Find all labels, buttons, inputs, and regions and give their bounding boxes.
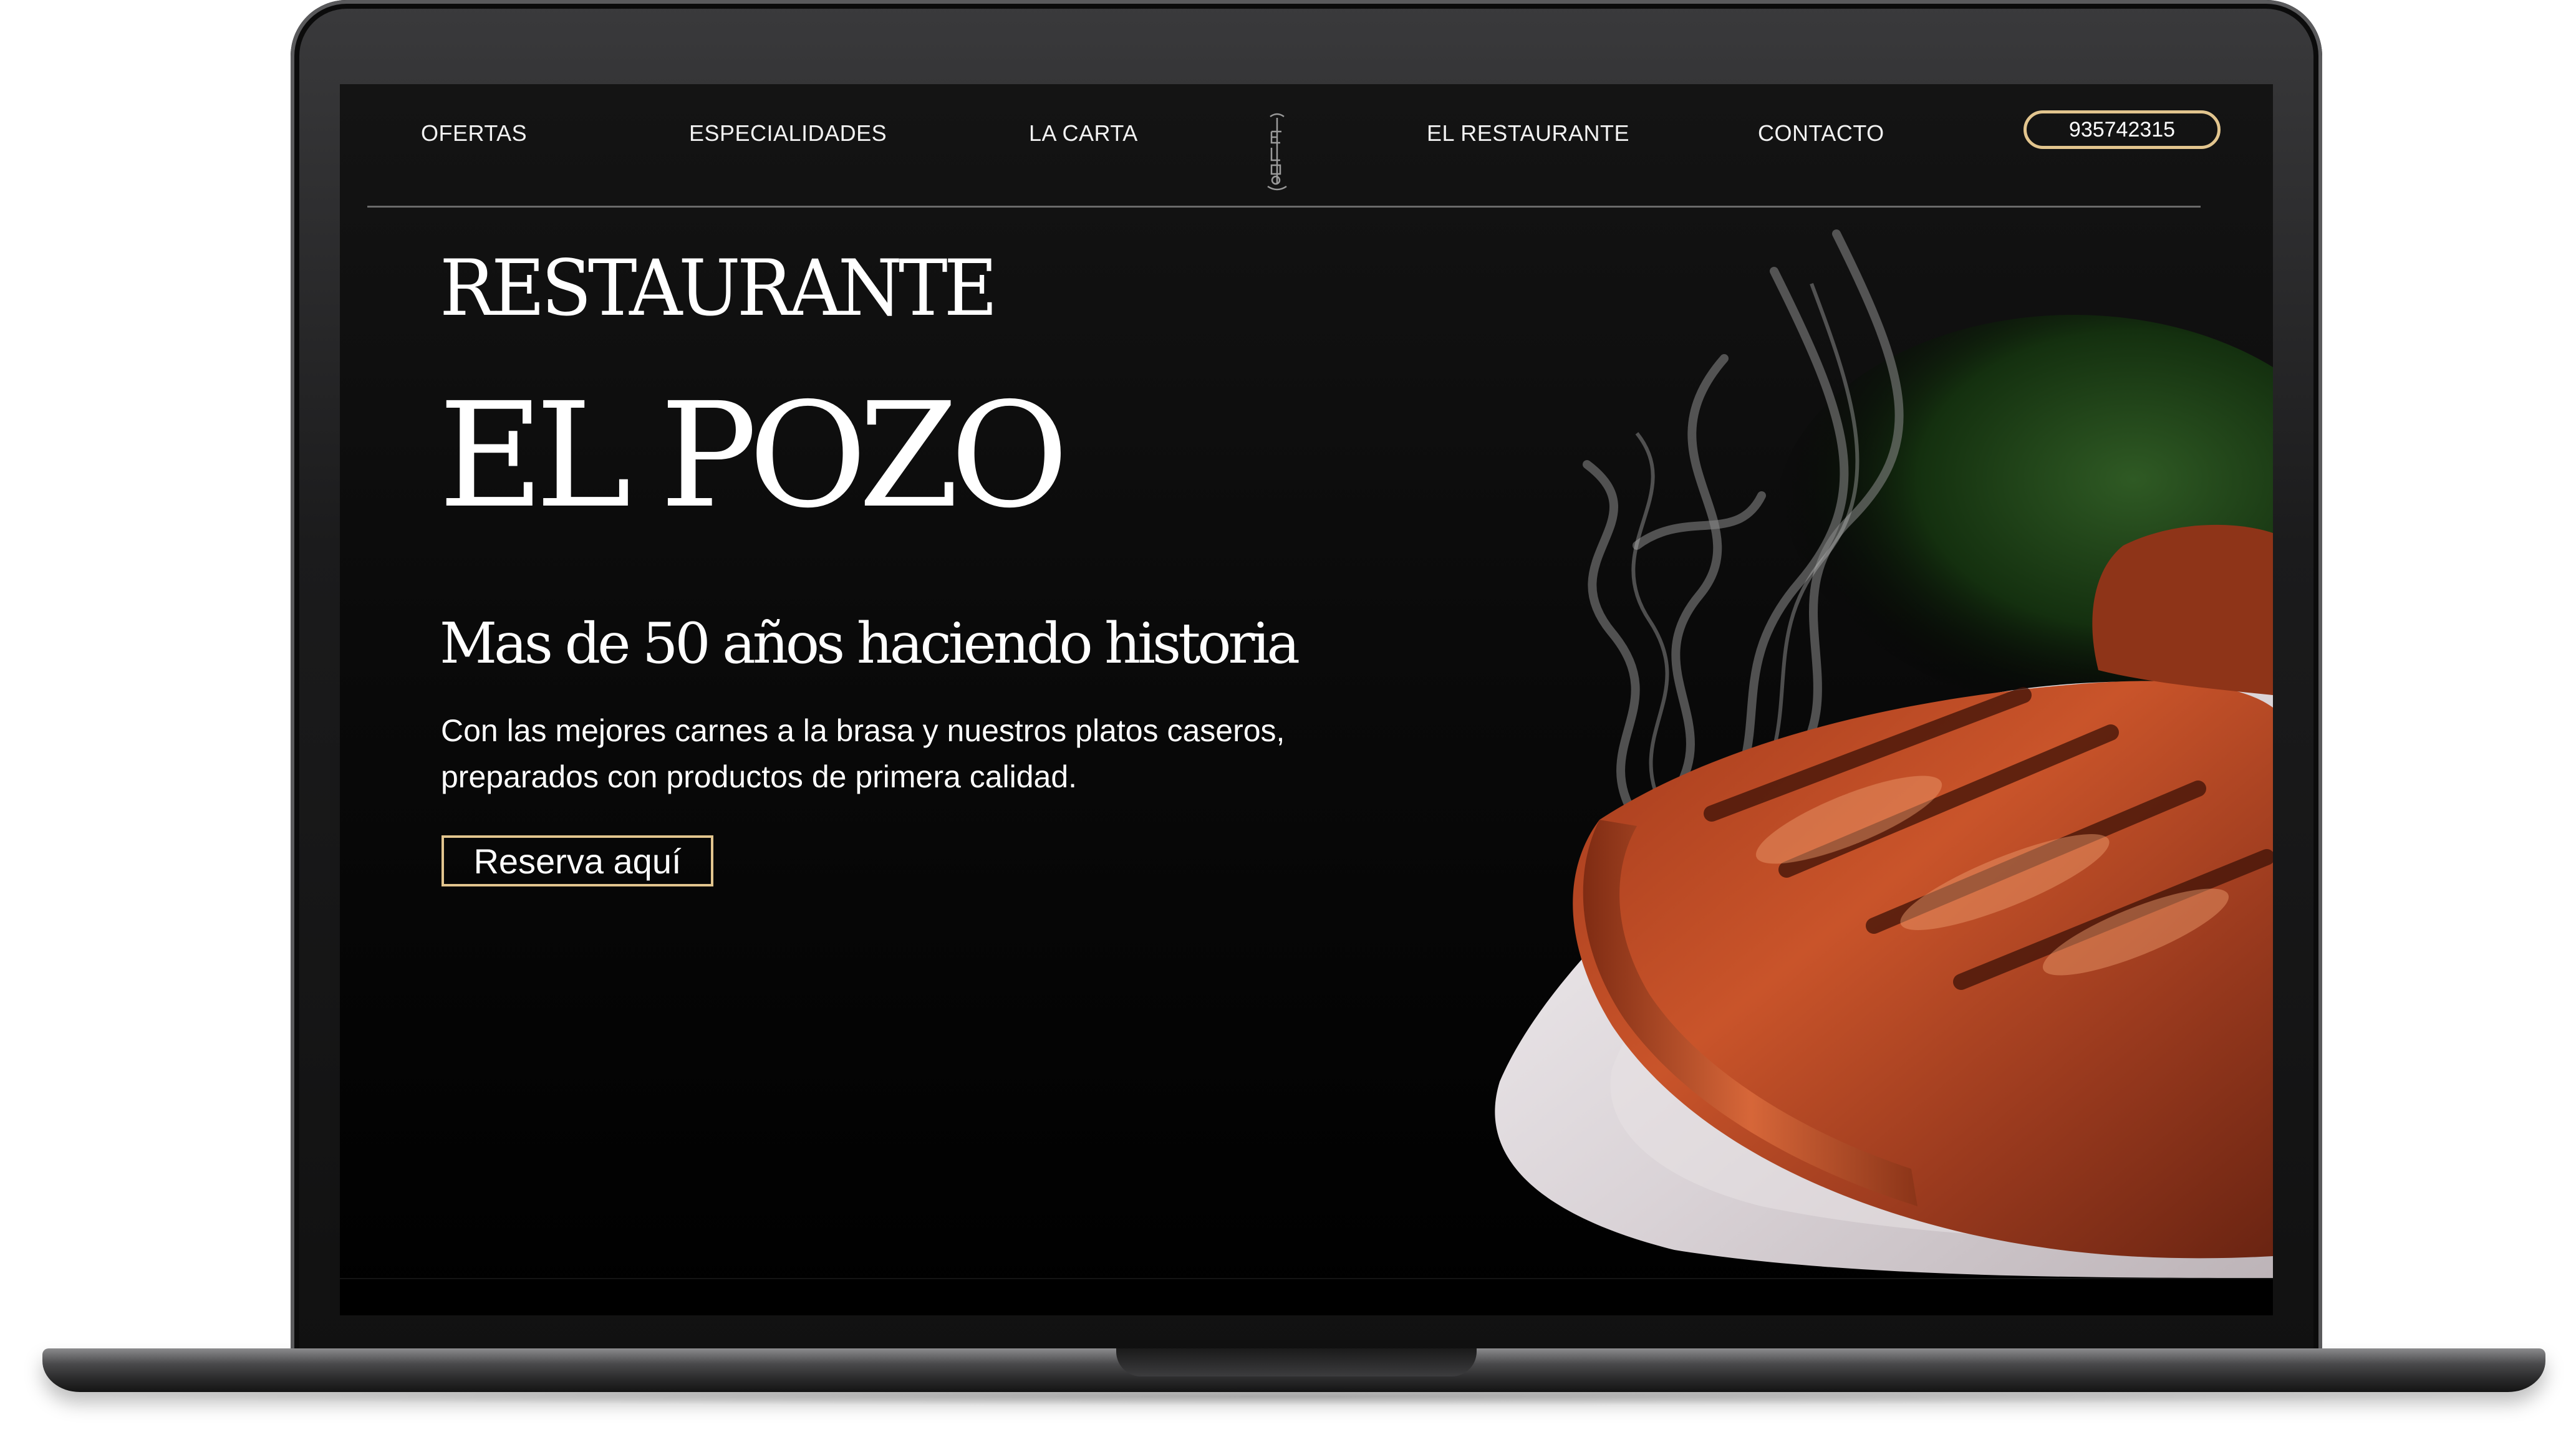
reserve-button[interactable]: Reserva aquí <box>441 835 713 886</box>
hero-description: Con las mejores carnes a la brasa y nues… <box>441 713 1285 794</box>
nav-item-especialidades[interactable]: ESPECIALIDADES <box>689 120 887 146</box>
page-bottom-strip <box>340 1278 2273 1315</box>
nav-item-contacto[interactable]: CONTACTO <box>1758 120 1884 146</box>
laptop-hinge-notch <box>1116 1348 1477 1376</box>
laptop-shadow <box>75 1387 2507 1406</box>
laptop-screen: OFERTAS ESPECIALIDADES LA CARTA EL RESTA… <box>340 84 2273 1315</box>
grilled-steak-image <box>1288 196 2273 1278</box>
top-navigation: OFERTAS ESPECIALIDADES LA CARTA EL RESTA… <box>340 84 2273 209</box>
hero-subtitle: Mas de 50 años haciendo historia <box>440 611 1300 676</box>
phone-button[interactable]: 935742315 <box>2024 110 2221 149</box>
hero-title-el-pozo: EL POZO <box>438 372 1069 540</box>
nav-item-el-restaurante[interactable]: EL RESTAURANTE <box>1427 120 1629 146</box>
nav-item-la-carta[interactable]: LA CARTA <box>1029 120 1138 146</box>
nav-item-ofertas[interactable]: OFERTAS <box>421 120 527 146</box>
hero-title-restaurante: RESTAURANTE <box>440 242 998 334</box>
el-pozo-logo-icon[interactable] <box>1261 110 1293 194</box>
